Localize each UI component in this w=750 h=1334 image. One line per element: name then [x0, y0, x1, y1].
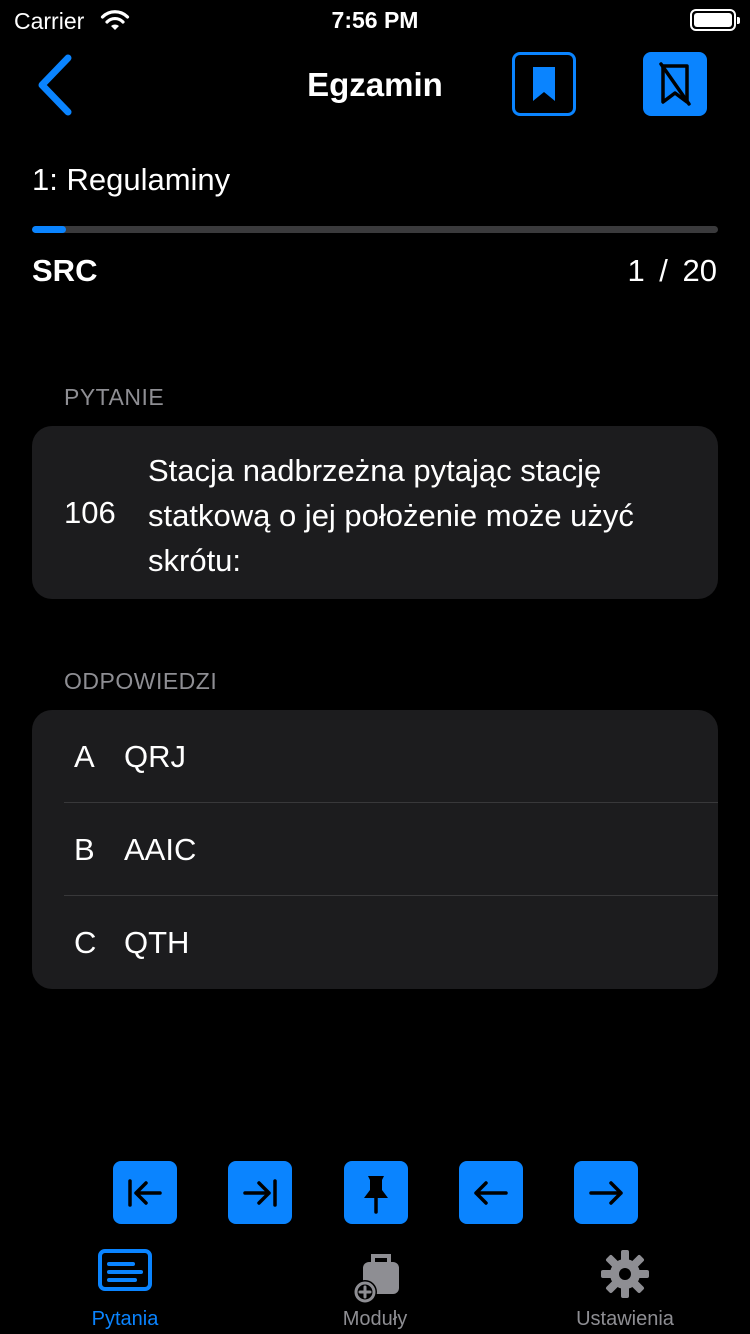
module-code: SRC — [32, 253, 98, 288]
question-text: Stacja nadbrzeżna pytając stację statkow… — [148, 453, 634, 578]
pin-button[interactable] — [344, 1161, 408, 1224]
answers-section-label: ODPOWIEDZI — [64, 668, 218, 694]
tab-settings[interactable]: Ustawienia — [500, 1240, 750, 1334]
gear-icon — [500, 1248, 750, 1300]
tab-questions[interactable]: Pytania — [0, 1240, 250, 1334]
question-card: 106 Stacja nadbrzeżna pytając stację sta… — [32, 426, 718, 599]
answer-option-c[interactable]: C QTH — [32, 896, 718, 989]
arrow-to-end-icon — [243, 1178, 277, 1207]
question-number: 106 — [64, 494, 116, 530]
answer-letter: C — [74, 924, 97, 960]
arrow-left-icon — [474, 1180, 508, 1205]
first-question-button[interactable] — [113, 1161, 177, 1224]
answer-letter: B — [74, 831, 95, 867]
answer-letter: A — [74, 738, 95, 774]
tab-bar: Pytania Moduły Ustawienia — [0, 1240, 750, 1334]
answer-text: QRJ — [124, 738, 186, 774]
questions-icon — [0, 1248, 250, 1292]
question-section-label: PYTANIE — [64, 384, 165, 410]
category-title: 1: Regulaminy — [32, 162, 231, 197]
battery-icon — [690, 9, 740, 31]
remove-bookmark-button[interactable] — [643, 52, 707, 116]
last-question-button[interactable] — [228, 1161, 292, 1224]
bookmark-icon — [533, 67, 555, 101]
answer-text: QTH — [124, 924, 190, 960]
tab-label: Ustawienia — [576, 1308, 674, 1330]
status-bar: Carrier 7:56 PM — [0, 0, 750, 40]
answers-list: A QRJ B AAIC C QTH — [32, 710, 718, 989]
progress-fill — [32, 226, 67, 233]
question-counter: 1 / 20 — [627, 253, 717, 288]
pin-icon — [364, 1175, 388, 1214]
page-title: Egzamin — [307, 66, 443, 103]
previous-question-button[interactable] — [459, 1161, 523, 1224]
arrow-right-icon — [589, 1180, 623, 1205]
answer-option-a[interactable]: A QRJ — [32, 710, 718, 803]
answer-text: AAIC — [124, 831, 197, 867]
bookmark-button[interactable] — [512, 52, 576, 116]
progress-bar — [32, 226, 718, 233]
modules-icon — [250, 1248, 500, 1304]
answer-option-b[interactable]: B AAIC — [32, 803, 718, 896]
arrow-to-start-icon — [128, 1178, 162, 1207]
tab-modules[interactable]: Moduły — [250, 1240, 500, 1334]
bookmark-slash-icon — [659, 62, 691, 106]
next-question-button[interactable] — [574, 1161, 638, 1224]
tab-label: Moduły — [342, 1308, 408, 1330]
status-time: 7:56 PM — [331, 7, 419, 33]
tab-label: Pytania — [91, 1308, 159, 1330]
